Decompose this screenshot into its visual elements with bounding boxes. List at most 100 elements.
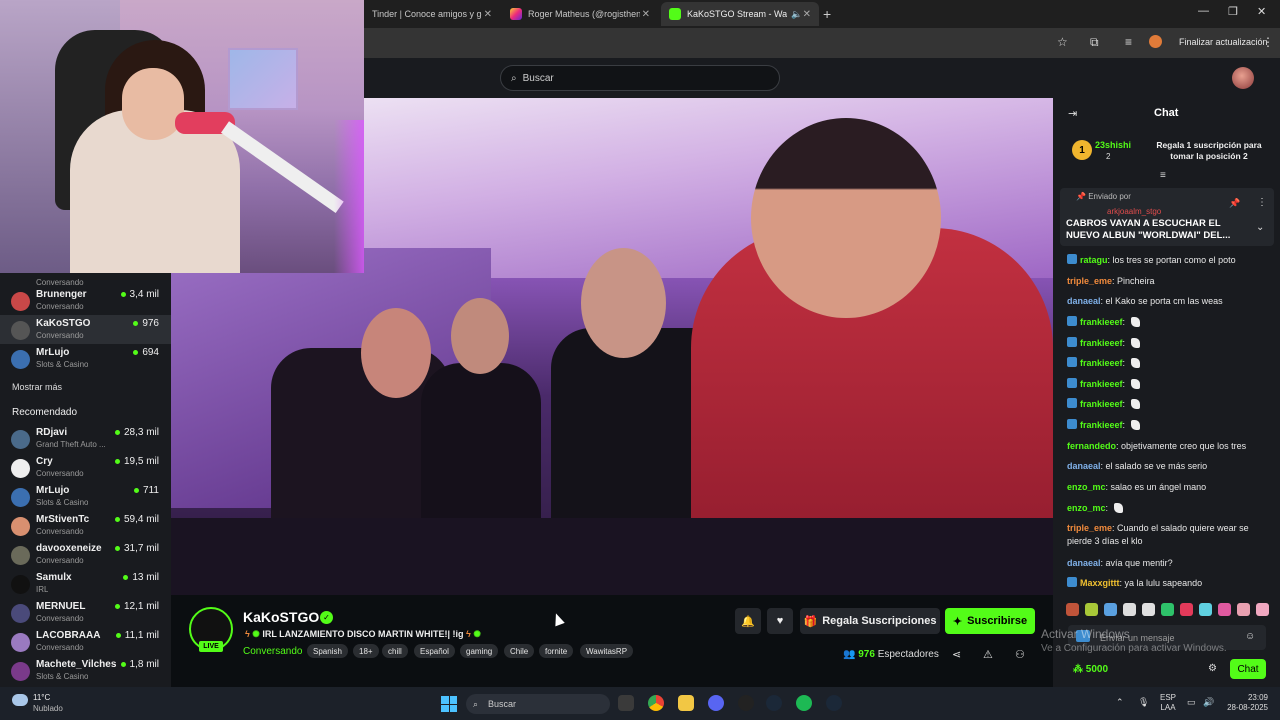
tag[interactable]: Spanish [307, 644, 348, 658]
chat-username[interactable]: frankieeef [1080, 399, 1123, 409]
report-icon[interactable]: ⚠ [983, 648, 993, 661]
emote-icon[interactable] [1066, 603, 1079, 616]
bookmark-star-icon[interactable]: ☆ [1057, 35, 1068, 49]
gift-subs-button[interactable]: 🎁 Regala Suscripciones [800, 608, 940, 634]
volume-icon[interactable]: 🔊 [1203, 697, 1214, 708]
profile-avatar[interactable] [1149, 35, 1162, 48]
more-options-icon[interactable]: ⋮ [1257, 197, 1267, 208]
obs-icon[interactable] [738, 695, 754, 711]
user-add-icon[interactable]: ⚇ [1015, 648, 1025, 661]
microphone-icon[interactable]: 🎙 [1138, 697, 1149, 708]
pin-icon[interactable]: 📌 [1229, 198, 1240, 209]
tag[interactable]: WawitasRP [580, 644, 634, 658]
tag[interactable]: fornite [539, 644, 574, 658]
chat-username[interactable]: danaeal [1067, 461, 1101, 471]
chevron-up-icon[interactable]: ⌃ [1116, 697, 1124, 708]
chat-username[interactable]: Maxxgittt [1080, 578, 1120, 588]
chat-username[interactable]: frankieeef [1080, 338, 1123, 348]
chat-username[interactable]: frankieeef [1080, 358, 1123, 368]
clock[interactable]: 23:09 28-08-2025 [1224, 693, 1268, 713]
emote-icon[interactable] [1123, 603, 1136, 616]
sidebar-item-recommended[interactable]: davooxeneize Conversando 31,7 mil [0, 540, 171, 569]
language-indicator[interactable]: ESP LAA [1160, 693, 1176, 713]
tag[interactable]: 18+ [353, 644, 379, 658]
emote-icon[interactable] [1142, 603, 1155, 616]
emote-icon[interactable] [1180, 603, 1193, 616]
emoji-icon[interactable]: ☺ [1245, 631, 1255, 642]
sidebar-item-recommended[interactable]: Cry Conversando 19,5 mil [0, 453, 171, 482]
emote-icon[interactable] [1218, 603, 1231, 616]
user-avatar[interactable] [1232, 67, 1254, 89]
close-icon[interactable]: ✕ [484, 9, 492, 20]
chat-username[interactable]: danaeal [1067, 558, 1101, 568]
close-icon[interactable]: ✕ [803, 9, 811, 20]
chrome-icon[interactable] [648, 695, 664, 711]
settings-gear-icon[interactable]: ⚙ [1208, 663, 1217, 674]
channel-points[interactable]: ⁂ 5000 [1073, 664, 1108, 675]
task-view-icon[interactable] [618, 695, 634, 711]
sidebar-item-recommended[interactable]: RDjavi Grand Theft Auto ... 28,3 mil [0, 424, 171, 453]
close-icon[interactable]: ✕ [642, 9, 650, 20]
sidebar-item-recommended[interactable]: Samulx IRL 13 mil [0, 569, 171, 598]
send-chat-button[interactable]: Chat [1230, 659, 1266, 679]
follow-heart-button[interactable]: ♥ [767, 608, 793, 634]
notification-bell-button[interactable]: 🔔 [735, 608, 761, 634]
emote-icon[interactable] [1256, 603, 1269, 616]
chat-username[interactable]: triple_eme [1067, 276, 1112, 286]
file-explorer-icon[interactable] [678, 695, 694, 711]
tag[interactable]: chill [382, 644, 408, 658]
sidebar-item-kakostgo[interactable]: KaKoSTGO Conversando 976 [0, 315, 171, 344]
chat-username[interactable]: danaeal [1067, 296, 1101, 306]
tag[interactable]: Español [414, 644, 455, 658]
windows-start-icon[interactable] [441, 696, 457, 712]
emote-icon[interactable] [1237, 603, 1250, 616]
sidebar-item-brunenger[interactable]: Brunenger Conversando 3,4 mil [0, 286, 171, 315]
gift-promo[interactable]: Regala 1 suscripción para tomar la posic… [1153, 140, 1265, 162]
show-more-link[interactable]: Mostrar más [12, 382, 62, 392]
chat-username[interactable]: fernandedo [1067, 441, 1116, 451]
spotify-icon[interactable] [796, 695, 812, 711]
network-icon[interactable]: ▭ [1187, 697, 1196, 708]
sidebar-item-recommended[interactable]: LACOBRAAA Conversando 11,1 mil [0, 627, 171, 656]
chat-username[interactable]: triple_eme [1067, 523, 1112, 533]
channel-name[interactable]: KaKoSTGO [243, 609, 319, 625]
weather-condition[interactable]: Nublado [33, 704, 63, 713]
tab-kick-stream[interactable]: KaKoSTGO Stream - Watch 🔈 ✕ [661, 2, 819, 26]
menu-icon[interactable]: ⋮ [1262, 35, 1274, 49]
tag[interactable]: gaming [460, 644, 499, 658]
media-icon[interactable]: ≡ [1125, 35, 1132, 49]
update-button[interactable]: Finalizar actualización [1173, 33, 1274, 51]
chat-username[interactable]: frankieeef [1080, 379, 1123, 389]
speaker-icon[interactable]: 🔈 [791, 9, 802, 20]
share-icon[interactable]: ⋖ [952, 648, 961, 661]
cloud-icon[interactable] [12, 694, 28, 706]
pinned-user[interactable]: arkjoaalm_stgo [1107, 207, 1161, 216]
stream-category[interactable]: Conversando [243, 646, 302, 657]
emote-icon[interactable] [1161, 603, 1174, 616]
chevron-down-icon[interactable]: ≡ [1160, 170, 1166, 181]
collapse-chat-icon[interactable]: ⇥ [1068, 107, 1077, 120]
tag[interactable]: Chile [504, 644, 535, 658]
sidebar-item-mrlujo[interactable]: MrLujo Slots & Casino 694 [0, 344, 171, 373]
emote-icon[interactable] [1199, 603, 1212, 616]
weather-temp[interactable]: 11°C [33, 693, 50, 702]
chat-username[interactable]: ratagu [1080, 255, 1108, 265]
steam-icon[interactable] [766, 695, 782, 711]
restore-icon[interactable]: ❐ [1228, 5, 1238, 18]
sidebar-item-recommended[interactable]: MrLujo Slots & Casino 711 [0, 482, 171, 511]
sidebar-item-recommended[interactable]: MrStivenTc Conversando 59,4 mil [0, 511, 171, 540]
minimize-icon[interactable]: — [1198, 5, 1209, 17]
tab-instagram[interactable]: Roger Matheus (@rogisthenics) ✕ [502, 2, 658, 26]
extensions-icon[interactable]: ⧉ [1090, 35, 1099, 50]
new-tab-button[interactable]: + [823, 6, 831, 22]
sidebar-item-recommended[interactable]: MERNUEL Conversando 12,1 mil [0, 598, 171, 627]
emote-icon[interactable] [1104, 603, 1117, 616]
emote-icon[interactable] [1085, 603, 1098, 616]
chat-username[interactable]: frankieeef [1080, 420, 1123, 430]
sidebar-item-recommended[interactable]: Machete_Vilches Slots & Casino 1,8 mil [0, 656, 171, 685]
chat-username[interactable]: enzo_mc [1067, 503, 1106, 513]
chat-username[interactable]: frankieeef [1080, 317, 1123, 327]
top-gifter-name[interactable]: 23shishi [1095, 140, 1131, 150]
tab-tinder[interactable]: Tinder | Conoce amigos y gente ✕ [364, 2, 500, 26]
discord-icon[interactable] [708, 695, 724, 711]
